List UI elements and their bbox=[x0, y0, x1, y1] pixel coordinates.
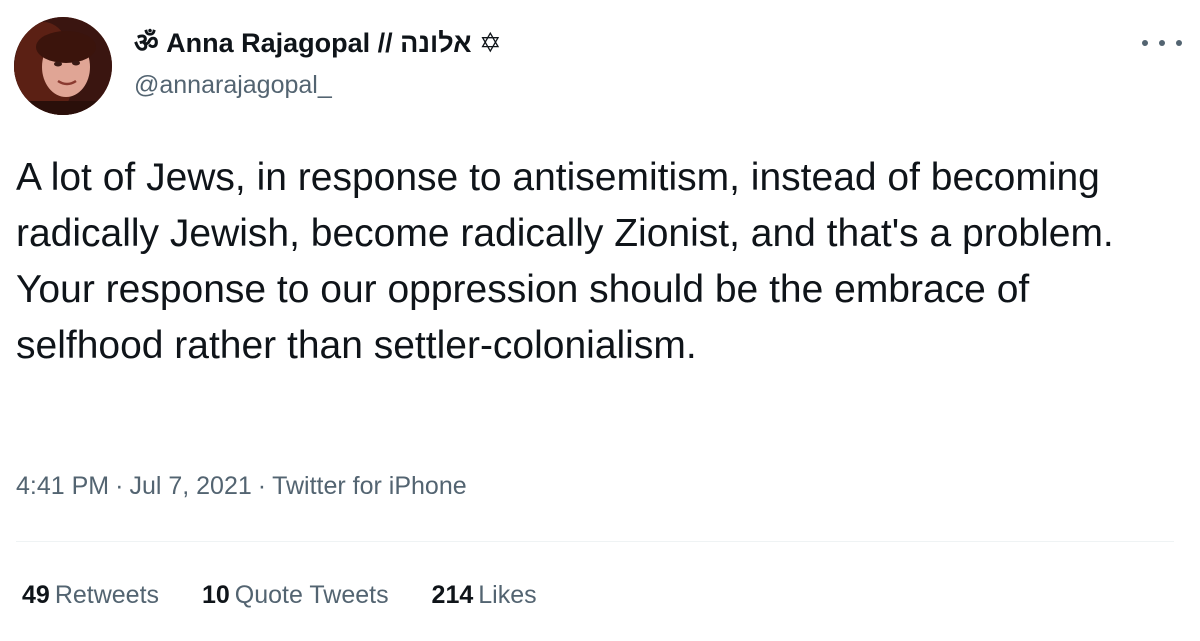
retweets-stat[interactable]: 49 Retweets bbox=[22, 578, 159, 612]
more-options-button[interactable] bbox=[1142, 28, 1182, 58]
more-dot bbox=[1159, 40, 1165, 46]
tweet-date[interactable]: Jul 7, 2021 bbox=[129, 472, 251, 500]
author-handle[interactable]: @annarajagopal_ bbox=[134, 70, 332, 100]
more-dot bbox=[1176, 40, 1182, 46]
retweets-label: Retweets bbox=[54, 581, 160, 609]
more-horizontal-icon bbox=[1142, 40, 1148, 46]
quote-tweets-count: 10 bbox=[201, 581, 230, 609]
avatar[interactable] bbox=[14, 17, 112, 115]
author-display-name[interactable]: ॐ Anna Rajagopal // אלונה ✡ bbox=[134, 26, 502, 60]
tweet-meta: 4:41 PM · Jul 7, 2021 · Twitter for iPhone bbox=[16, 470, 467, 502]
meta-separator: · bbox=[257, 472, 267, 500]
tweet-time[interactable]: 4:41 PM bbox=[16, 472, 109, 500]
divider bbox=[16, 541, 1174, 542]
avatar-image bbox=[14, 17, 112, 115]
tweet-stats: 49 Retweets 10 Quote Tweets 214 Likes bbox=[22, 578, 573, 612]
tweet-text: A lot of Jews, in response to antisemiti… bbox=[16, 156, 1124, 367]
tweet-source[interactable]: Twitter for iPhone bbox=[272, 472, 467, 500]
likes-label: Likes bbox=[478, 581, 537, 609]
tweet-card: ॐ Anna Rajagopal // אלונה ✡ @annarajagop… bbox=[0, 0, 1200, 641]
meta-separator: · bbox=[115, 472, 124, 500]
likes-count: 214 bbox=[431, 581, 474, 609]
retweets-count: 49 bbox=[22, 581, 50, 609]
likes-stat[interactable]: 214 Likes bbox=[432, 578, 537, 612]
quote-tweets-label: Quote Tweets bbox=[234, 581, 389, 609]
quote-tweets-stat[interactable]: 10 Quote Tweets bbox=[202, 578, 389, 612]
